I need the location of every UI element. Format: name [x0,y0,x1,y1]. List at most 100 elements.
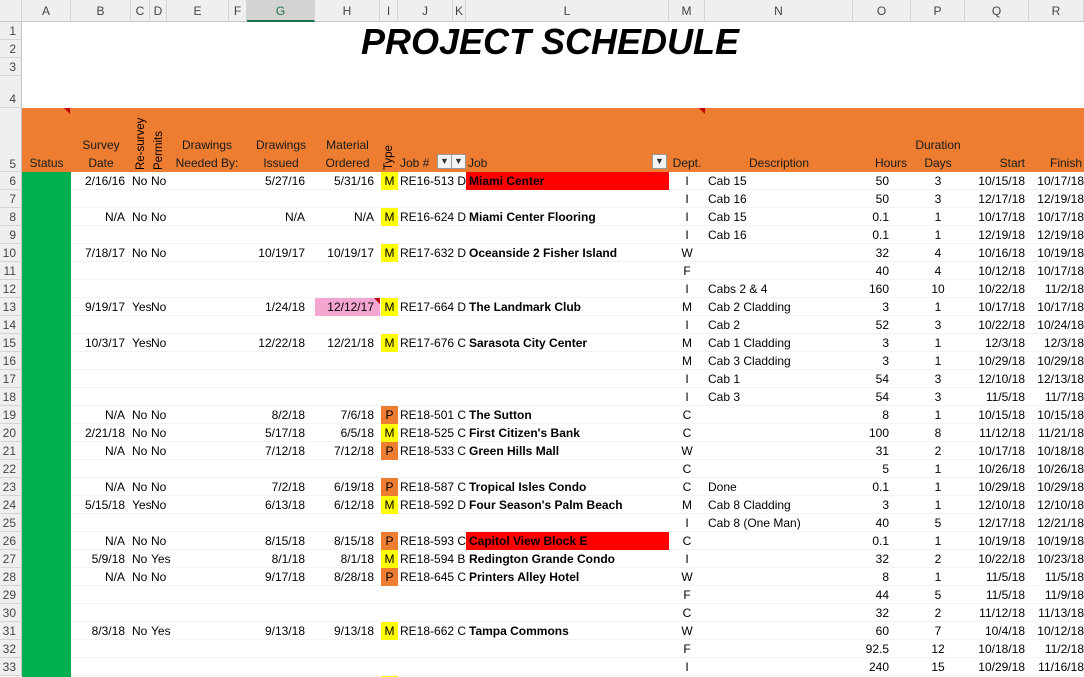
description-cell[interactable]: Cab 2 [705,316,853,334]
dept-cell[interactable]: C [669,604,705,622]
dept-cell[interactable]: I [669,658,705,676]
row-header-17[interactable]: 17 [0,370,22,388]
column-header-l[interactable]: L [466,0,669,22]
start-date-cell[interactable]: 11/5/18 [965,586,1029,604]
column-header-h[interactable]: H [315,0,380,22]
description-cell[interactable]: Cab 3 [705,388,853,406]
material-ordered-cell[interactable]: 9/13/18 [315,622,380,640]
days-cell[interactable]: 1 [911,460,965,478]
dept-cell[interactable]: C [669,478,705,496]
job-number-cell[interactable]: RE18-645 C [398,568,466,586]
days-cell[interactable]: 2 [911,550,965,568]
type-cell[interactable]: M [381,208,398,226]
material-ordered-cell[interactable]: N/A [315,208,380,226]
row-header-9[interactable]: 9 [0,226,22,244]
hours-cell[interactable]: 3 [853,298,911,316]
type-cell[interactable]: P [381,532,398,550]
row-header-16[interactable]: 16 [0,352,22,370]
dept-cell[interactable]: W [669,622,705,640]
job-name-cell[interactable]: Tropical Isles Condo [466,478,669,496]
dept-cell[interactable]: I [669,226,705,244]
dept-cell[interactable]: C [669,460,705,478]
row-header-22[interactable]: 22 [0,460,22,478]
hours-cell[interactable]: 60 [853,622,911,640]
job-name-cell[interactable]: First Citizen's Bank [466,424,669,442]
column-header-k[interactable]: K [453,0,466,22]
drawings-issued-cell[interactable]: 8/2/18 [247,406,315,424]
permits-cell[interactable]: Yes [150,622,171,640]
survey-date-cell[interactable]: 8/3/18 [71,622,131,640]
row-header-10[interactable]: 10 [0,244,22,262]
hours-cell[interactable]: 92.5 [853,640,911,658]
column-header-b[interactable]: B [71,0,131,22]
material-ordered-cell[interactable]: 10/19/17 [315,244,380,262]
description-cell[interactable]: Cab 15 [705,208,853,226]
material-ordered-cell[interactable]: 6/19/18 [315,478,380,496]
type-cell[interactable]: M [381,424,398,442]
finish-date-cell[interactable]: 11/2/18 [1029,280,1084,298]
permits-cell[interactable]: No [150,406,170,424]
start-date-cell[interactable]: 12/17/18 [965,190,1029,208]
days-cell[interactable]: 1 [911,406,965,424]
hours-cell[interactable]: 0.1 [853,532,911,550]
row-header-19[interactable]: 19 [0,406,22,424]
row-header-30[interactable]: 30 [0,604,22,622]
row-header-25[interactable]: 25 [0,514,22,532]
days-cell[interactable]: 3 [911,388,965,406]
survey-date-cell[interactable]: N/A [71,478,131,496]
row-header-6[interactable]: 6 [0,172,22,190]
finish-date-cell[interactable]: 10/17/18 [1029,172,1084,190]
permits-cell[interactable]: No [150,172,170,190]
type-cell[interactable]: P [381,442,398,460]
row-header-31[interactable]: 31 [0,622,22,640]
type-cell[interactable]: M [381,550,398,568]
job-name-cell[interactable]: Four Season's Palm Beach [466,496,669,514]
survey-date-cell[interactable]: 5/9/18 [71,550,131,568]
job-name-cell[interactable]: The Sutton [466,406,669,424]
hours-cell[interactable]: 3 [853,334,911,352]
survey-date-cell[interactable]: 7/18/17 [71,244,131,262]
finish-date-cell[interactable]: 12/21/18 [1029,514,1084,532]
start-date-cell[interactable]: 10/15/18 [965,172,1029,190]
dept-cell[interactable]: I [669,316,705,334]
row-header-23[interactable]: 23 [0,478,22,496]
days-cell[interactable]: 4 [911,244,965,262]
days-cell[interactable]: 8 [911,424,965,442]
days-cell[interactable]: 5 [911,586,965,604]
job-number-cell[interactable]: RE18-592 D [398,496,466,514]
days-cell[interactable]: 7 [911,622,965,640]
column-header-j[interactable]: J [398,0,453,22]
hours-cell[interactable]: 50 [853,190,911,208]
finish-date-cell[interactable]: 11/5/18 [1029,568,1084,586]
dept-cell[interactable]: I [669,280,705,298]
row-header-12[interactable]: 12 [0,280,22,298]
description-cell[interactable]: Cab 1 Cladding [705,334,853,352]
finish-date-cell[interactable]: 10/19/18 [1029,244,1084,262]
dept-cell[interactable]: F [669,640,705,658]
job-number-cell[interactable]: RE16-624 D [398,208,466,226]
survey-date-cell[interactable]: N/A [71,442,131,460]
description-cell[interactable]: Done [705,478,853,496]
days-cell[interactable]: 1 [911,208,965,226]
row-header-11[interactable]: 11 [0,262,22,280]
material-ordered-cell[interactable]: 8/15/18 [315,532,380,550]
days-cell[interactable]: 1 [911,568,965,586]
survey-date-cell[interactable]: N/A [71,208,131,226]
days-cell[interactable]: 12 [911,640,965,658]
permits-cell[interactable]: No [150,496,170,514]
permits-cell[interactable]: No [150,424,170,442]
survey-date-cell[interactable]: 10/3/17 [71,334,131,352]
days-cell[interactable]: 2 [911,604,965,622]
finish-date-cell[interactable]: 10/29/18 [1029,352,1084,370]
start-date-cell[interactable]: 10/26/18 [965,460,1029,478]
column-header-i[interactable]: I [380,0,398,22]
row-header-7[interactable]: 7 [0,190,22,208]
hours-cell[interactable]: 160 [853,280,911,298]
permits-cell[interactable]: No [150,298,170,316]
dept-cell[interactable]: M [669,496,705,514]
column-header-c[interactable]: C [131,0,150,22]
description-cell[interactable]: Cab 16 [705,226,853,244]
start-date-cell[interactable]: 11/5/18 [965,388,1029,406]
drawings-issued-cell[interactable]: 8/1/18 [247,550,315,568]
job-number-cell[interactable]: RE18-662 C [398,622,466,640]
